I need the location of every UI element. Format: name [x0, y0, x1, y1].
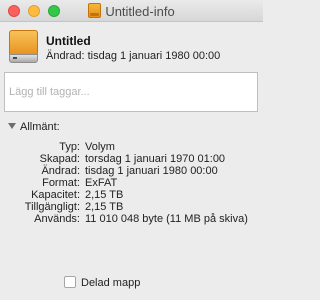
info-value: 2,15 TB	[85, 189, 124, 201]
disclosure-triangle-icon[interactable]	[8, 123, 16, 129]
window-title: Untitled-info	[0, 3, 263, 19]
info-value: ExFAT	[85, 177, 118, 189]
info-key: Används:	[34, 213, 80, 225]
general-info-table: Typ: Volym Skapad: torsdag 1 januari 197…	[0, 141, 263, 237]
info-key: Skapad:	[39, 153, 80, 165]
item-name: Untitled	[46, 34, 91, 48]
shared-folder-label: Delad mapp	[81, 277, 141, 289]
info-row-type: Typ: Volym	[0, 141, 263, 153]
info-key: Tillgängligt:	[24, 201, 80, 213]
item-modified-date: Ändrad: tisdag 1 januari 1980 00:00	[46, 50, 221, 62]
info-row-format: Format: ExFAT	[0, 177, 263, 189]
drive-icon	[88, 3, 102, 18]
info-key: Typ:	[59, 141, 80, 153]
shared-folder-checkbox[interactable]	[64, 276, 76, 288]
info-key: Ändrad:	[41, 165, 80, 177]
info-key: Format:	[42, 177, 80, 189]
general-section-heading: Allmänt:	[20, 121, 60, 133]
info-row-used: Används: 11 010 048 byte (11 MB på skiva…	[0, 213, 263, 237]
info-value: torsdag 1 januari 1970 01:00	[85, 153, 226, 165]
general-section-toggle[interactable]: Allmänt:	[8, 121, 60, 133]
window-title-text: Untitled-info	[105, 4, 175, 19]
info-value: Volym	[85, 141, 115, 153]
tags-input[interactable]	[4, 72, 258, 112]
info-value: 2,15 TB	[85, 201, 124, 213]
shared-folder-option[interactable]: Delad mapp	[64, 276, 140, 289]
external-drive-icon	[9, 30, 38, 63]
info-row-capacity: Kapacitet: 2,15 TB	[0, 189, 263, 201]
title-bar[interactable]: Untitled-info	[0, 0, 263, 22]
info-row-modified: Ändrad: tisdag 1 januari 1980 00:00	[0, 165, 263, 177]
info-key: Kapacitet:	[31, 189, 80, 201]
info-row-created: Skapad: torsdag 1 januari 1970 01:00	[0, 153, 263, 165]
info-value: tisdag 1 januari 1980 00:00	[85, 165, 218, 177]
info-header: Untitled Ändrad: tisdag 1 januari 1980 0…	[0, 23, 263, 71]
info-value: 11 010 048 byte (11 MB på skiva)	[85, 213, 248, 225]
info-row-available: Tillgängligt: 2,15 TB	[0, 201, 263, 213]
info-window: Untitled-info Untitled Ändrad: tisdag 1 …	[0, 0, 263, 300]
